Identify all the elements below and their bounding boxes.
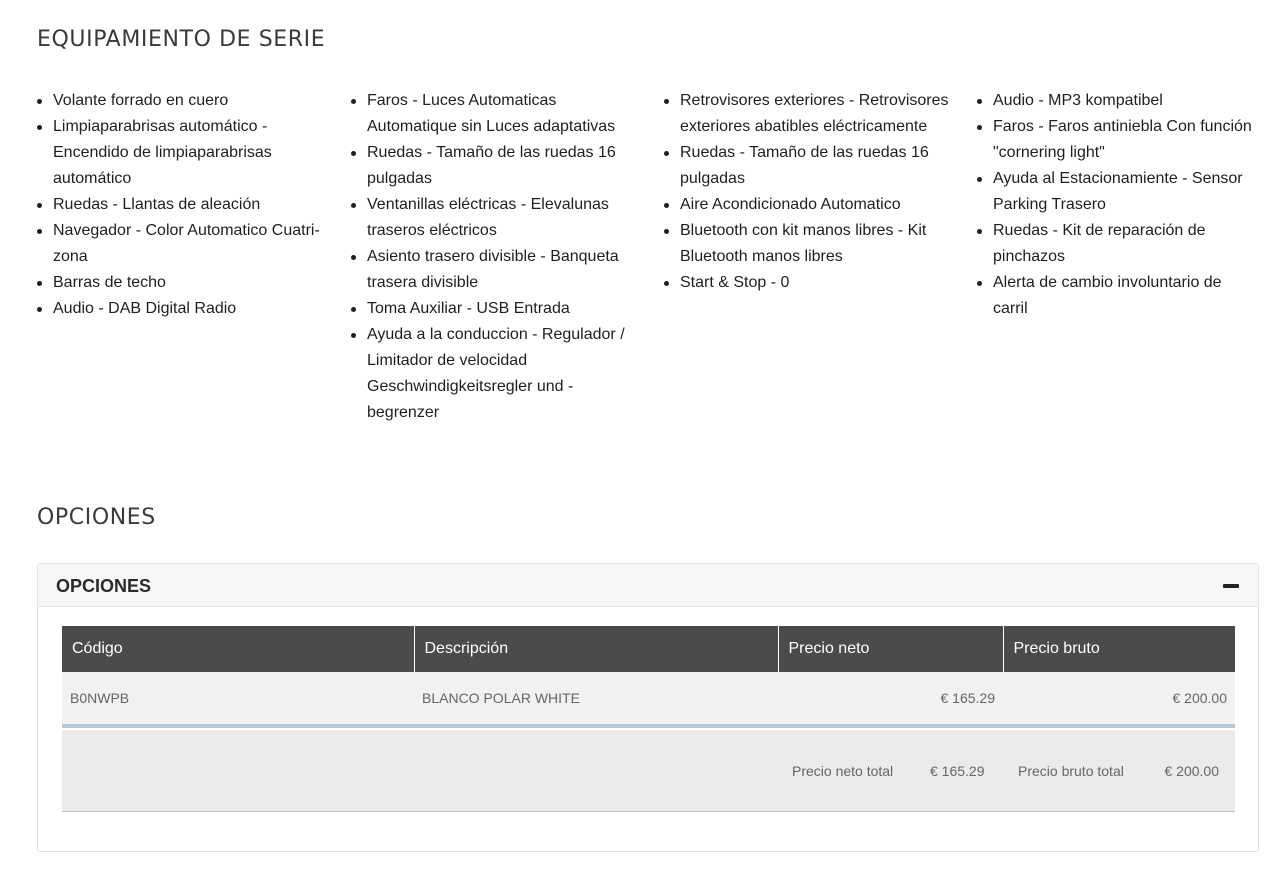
equipment-item: Retrovisores exteriores - Retrovisores e… [664, 88, 954, 140]
options-table: Código Descripción Precio neto Precio br… [62, 626, 1235, 728]
header-descripcion: Descripción [414, 626, 779, 672]
cell-codigo: B0NWPB [62, 672, 414, 728]
opciones-heading: OPCIONES [37, 505, 156, 530]
equipment-item: Ruedas - Tamaño de las ruedas 16 pulgada… [351, 140, 641, 192]
equipment-item: Audio - MP3 kompatibel [977, 88, 1252, 114]
equipment-item: Limpiaparabrisas automático - Encendido … [37, 114, 327, 192]
cell-precio-bruto: € 200.00 [1003, 672, 1235, 728]
equipment-item: Alerta de cambio involuntario de carril [977, 270, 1252, 322]
equipment-item: Bluetooth con kit manos libres - Kit Blu… [664, 218, 954, 270]
total-bruto-label: Precio bruto total [1018, 763, 1124, 779]
table-row: B0NWPB BLANCO POLAR WHITE € 165.29 € 200… [62, 672, 1235, 728]
equipment-item: Ruedas - Llantas de aleación [37, 192, 327, 218]
minus-icon [1223, 584, 1239, 588]
equipment-column-3: Retrovisores exteriores - Retrovisores e… [664, 88, 954, 296]
collapse-button[interactable] [1222, 579, 1240, 593]
equipment-item: Audio - DAB Digital Radio [37, 296, 327, 322]
equipment-column-1: Volante forrado en cuero Limpiaparabrisa… [37, 88, 327, 322]
equipment-item: Faros - Faros antiniebla Con función "co… [977, 114, 1252, 166]
total-neto-label: Precio neto total [792, 763, 894, 779]
equipment-item: Faros - Luces Automaticas Automatique si… [351, 88, 641, 140]
total-bruto-value: € 200.00 [1164, 763, 1220, 779]
table-header-row: Código Descripción Precio neto Precio br… [62, 626, 1235, 672]
header-precio-bruto: Precio bruto [1003, 626, 1235, 672]
equipment-item: Ayuda a la conduccion - Regulador / Limi… [351, 322, 641, 426]
equipment-column-4: Audio - MP3 kompatibel Faros - Faros ant… [977, 88, 1252, 322]
equipment-item: Ventanillas eléctricas - Elevalunas tras… [351, 192, 641, 244]
equipment-item: Ruedas - Kit de reparación de pinchazos [977, 218, 1252, 270]
header-codigo: Código [62, 626, 415, 672]
header-precio-neto: Precio neto [778, 626, 1004, 672]
equipment-item: Navegador - Color Automatico Cuatri-zona [37, 218, 327, 270]
equipment-item: Barras de techo [37, 270, 327, 296]
equipamiento-heading: EQUIPAMIENTO DE SERIE [37, 27, 326, 52]
panel-title: OPCIONES [56, 576, 152, 596]
page: EQUIPAMIENTO DE SERIE Volante forrado en… [0, 0, 1280, 882]
equipment-column-2: Faros - Luces Automaticas Automatique si… [351, 88, 641, 426]
equipment-item: Aire Acondicionado Automatico [664, 192, 954, 218]
cell-descripcion: BLANCO POLAR WHITE [414, 672, 778, 728]
equipment-item: Volante forrado en cuero [37, 88, 327, 114]
equipment-item: Asiento trasero divisible - Banqueta tra… [351, 244, 641, 296]
equipment-item: Toma Auxiliar - USB Entrada [351, 296, 641, 322]
equipment-item: Start & Stop - 0 [664, 270, 954, 296]
equipment-item: Ayuda al Estacionamiente - Sensor Parkin… [977, 166, 1252, 218]
equipment-item: Ruedas - Tamaño de las ruedas 16 pulgada… [664, 140, 954, 192]
panel-header[interactable]: OPCIONES [38, 564, 1258, 607]
cell-precio-neto: € 165.29 [778, 672, 1003, 728]
total-neto-value: € 165.29 [930, 763, 985, 779]
totals-row: Precio neto total € 165.29 Precio bruto … [62, 730, 1235, 812]
